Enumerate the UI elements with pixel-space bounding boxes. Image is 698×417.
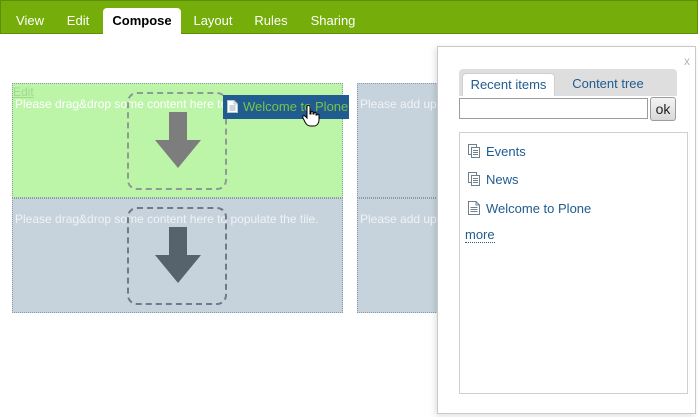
hand-cursor-icon (302, 105, 320, 127)
document-icon (227, 100, 238, 113)
list-item-label: Events (486, 144, 526, 159)
tab-view[interactable]: View (5, 8, 55, 35)
picker-tabs: Recent items Content tree (459, 69, 677, 96)
document-icon (468, 201, 480, 215)
list-item-label: News (486, 172, 519, 187)
tile-bottom-right[interactable]: Please add up (357, 198, 442, 313)
more-link[interactable]: more (465, 227, 495, 243)
collection-icon (468, 172, 480, 186)
dragged-item-label: Welcome to Plone (243, 99, 349, 114)
arrow-down-icon (155, 227, 201, 283)
search-input[interactable] (459, 98, 648, 119)
tile-top-right[interactable]: Please add up (357, 83, 442, 198)
dragged-content-item[interactable]: Welcome to Plone (223, 95, 349, 119)
tab-content-tree[interactable]: Content tree (559, 73, 657, 96)
tile-empty-message: Please add up (360, 212, 437, 226)
tab-edit[interactable]: Edit (57, 8, 99, 35)
arrow-down-icon (155, 112, 201, 168)
collection-icon (468, 144, 480, 158)
recent-items-list: Events News Welcome to Plone more (459, 132, 688, 394)
tab-recent-items[interactable]: Recent items (462, 73, 555, 96)
tab-compose[interactable]: Compose (103, 8, 181, 35)
close-icon[interactable]: x (684, 54, 690, 68)
tab-sharing[interactable]: Sharing (301, 8, 365, 35)
content-picker-panel: x Recent items Content tree ok Events Ne… (437, 46, 696, 414)
ok-button[interactable]: ok (650, 97, 676, 121)
tab-layout[interactable]: Layout (185, 8, 241, 35)
tile-bottom-left[interactable]: Please drag&drop some content here to po… (12, 198, 343, 313)
tab-rules[interactable]: Rules (247, 8, 295, 35)
list-item-label: Welcome to Plone (486, 201, 592, 216)
compose-toolbar: View Edit Compose Layout Rules Sharing (0, 0, 698, 35)
tile-empty-message: Please add up (360, 97, 437, 111)
